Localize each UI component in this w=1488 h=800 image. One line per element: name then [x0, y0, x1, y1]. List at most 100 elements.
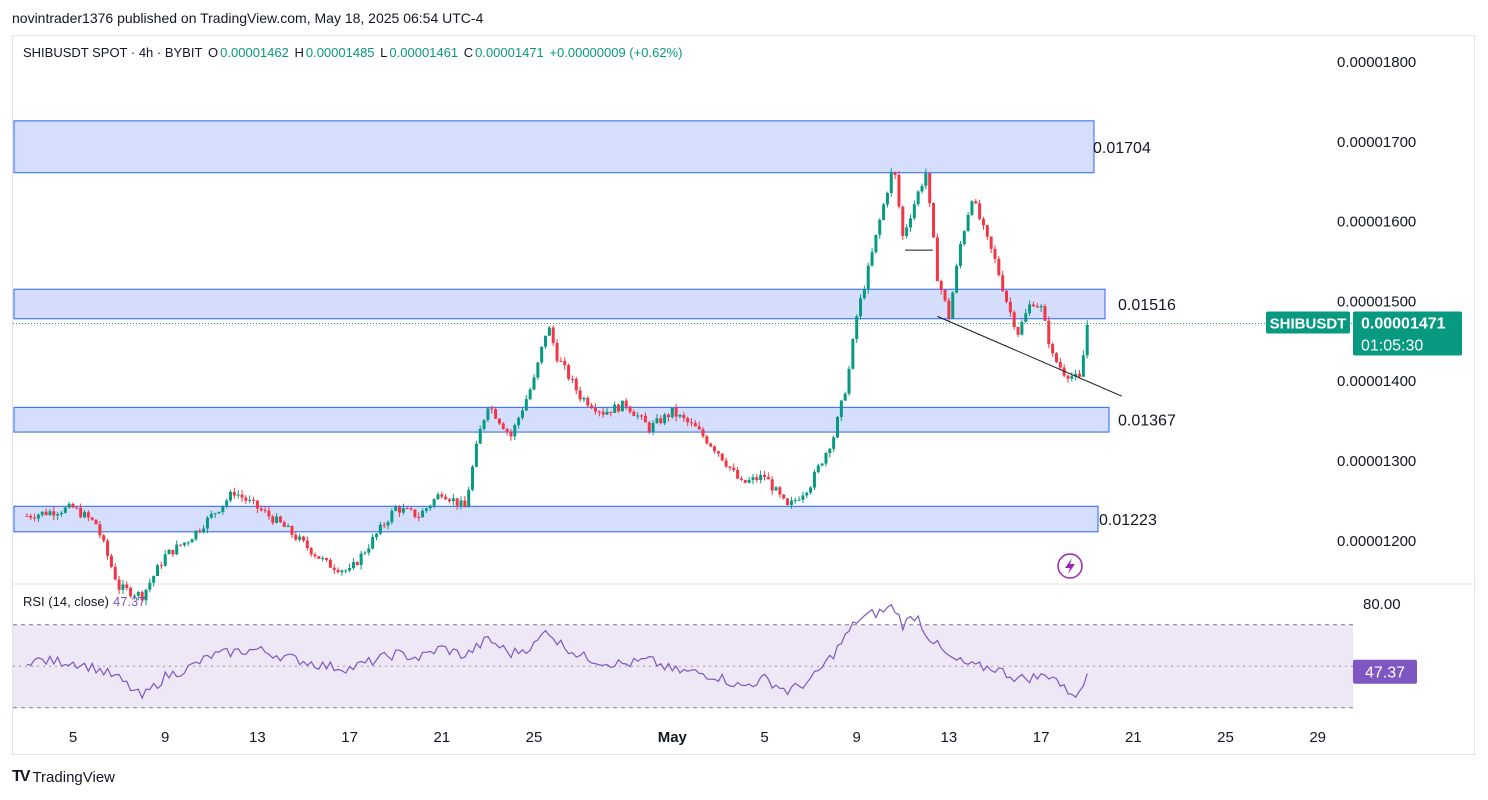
candle-body: [340, 570, 344, 573]
candle-body: [321, 558, 325, 560]
candle-body: [148, 582, 152, 590]
candle-body: [205, 517, 209, 529]
candle-body: [252, 499, 256, 501]
candle-body: [905, 227, 909, 236]
candle-body: [751, 477, 755, 480]
symbol-badge-text: SHIBUSDT: [1270, 316, 1347, 333]
candle-body: [544, 335, 548, 347]
candle-body: [71, 503, 75, 508]
candle-body: [697, 426, 701, 430]
time-tick: May: [658, 729, 688, 746]
price-tick: 0.00001800: [1337, 54, 1416, 71]
candle-body: [966, 214, 970, 232]
symbol-title[interactable]: SHIBUSDT SPOT · 4h · BYBIT: [23, 45, 202, 60]
candle-body: [778, 487, 782, 495]
candle-body: [367, 548, 371, 553]
chart-frame[interactable]: 0.01704 0.01516 0.01367 0.01223 0.00001800 0.…: [12, 35, 1476, 756]
candle-body: [386, 522, 390, 526]
candle-body: [317, 556, 321, 559]
candle-body: [394, 506, 398, 511]
zone-label: 0.01367: [1118, 413, 1176, 430]
candle-body: [763, 474, 766, 477]
candle-body: [851, 338, 855, 369]
candle-body: [793, 500, 797, 502]
candle-body: [505, 429, 509, 432]
candle-body: [870, 252, 874, 266]
candle-body: [805, 492, 809, 496]
candle-body: [928, 173, 932, 204]
candle-body: [482, 419, 486, 430]
candle-body: [467, 489, 471, 508]
candle-body: [359, 553, 363, 566]
zone-rect[interactable]: [13, 406, 1110, 433]
open-label: O: [208, 45, 219, 60]
candle-body: [1035, 306, 1039, 308]
candle-body: [229, 492, 233, 501]
chart-canvas[interactable]: 0.01704 0.01516 0.01367 0.01223 0.00001800 0.…: [13, 36, 1476, 756]
candle-body: [716, 451, 720, 454]
rsi-tick: 80.00: [1363, 596, 1401, 613]
zone-rect[interactable]: [13, 120, 1095, 174]
candle-body: [732, 467, 736, 471]
candle-body: [121, 584, 125, 590]
price-tick: 0.00001500: [1337, 293, 1416, 310]
candle-body: [63, 507, 67, 513]
candle-body: [1012, 312, 1016, 328]
candle-body: [286, 526, 290, 528]
candle-body: [832, 437, 836, 449]
candle-body: [328, 559, 332, 568]
zone-rect[interactable]: [13, 505, 1099, 533]
time-tick: 5: [760, 729, 768, 746]
zone-label: 0.01704: [1093, 140, 1151, 157]
candle-body: [747, 479, 751, 483]
candle-body: [705, 436, 709, 444]
candle-body: [244, 497, 248, 501]
candle-body: [1016, 327, 1020, 335]
candle-body: [582, 397, 586, 400]
candle-body: [1039, 306, 1043, 308]
candle-body: [974, 201, 978, 204]
candle-body: [640, 415, 644, 417]
candle-body: [59, 512, 63, 515]
candle-body: [586, 397, 590, 406]
candle-body: [344, 570, 348, 572]
candle-body: [736, 470, 740, 479]
candle-body: [885, 193, 889, 205]
candle-body: [620, 400, 624, 412]
candle-body: [855, 316, 859, 339]
candle-body: [636, 415, 640, 417]
candle-body: [447, 499, 451, 502]
candle-body: [263, 510, 267, 512]
candle-body: [424, 508, 428, 511]
candle-body: [812, 472, 816, 488]
symbol-legend: SHIBUSDT SPOT · 4h · BYBIT O 0.00001462 H…: [23, 45, 684, 60]
candle-body: [444, 496, 448, 500]
candle-body: [1005, 290, 1009, 302]
candle-body: [202, 528, 206, 532]
rsi-label[interactable]: RSI (14, close): [23, 594, 109, 609]
candle-body: [978, 203, 982, 220]
candle-body: [593, 408, 597, 412]
price-tick: 0.00001200: [1337, 533, 1416, 550]
candle-body: [36, 514, 40, 519]
tradingview-footer[interactable]: TV TradingView: [12, 768, 115, 786]
candle-body: [1085, 324, 1089, 356]
candle-body: [786, 498, 790, 506]
candle-body: [916, 191, 920, 205]
candle-body: [275, 516, 279, 523]
candle-body: [217, 511, 221, 514]
trend-line[interactable]: [937, 315, 1122, 397]
candle-body: [962, 231, 966, 245]
candle-body: [686, 418, 690, 423]
candle-body: [298, 536, 302, 540]
price-badge-text: 0.00001471: [1361, 316, 1446, 333]
candle-body: [52, 511, 56, 516]
candle-body: [259, 508, 263, 511]
candle-body: [559, 360, 563, 362]
candle-body: [520, 410, 524, 418]
candle-body: [1058, 361, 1062, 368]
tradingview-logo-icon: TV: [12, 768, 31, 785]
candle-body: [947, 300, 951, 319]
candle-body: [190, 539, 194, 543]
candle-body: [513, 425, 517, 437]
